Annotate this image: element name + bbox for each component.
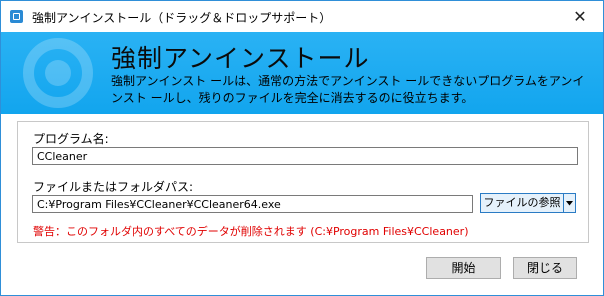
- browse-group: ファイルの参照: [480, 193, 576, 213]
- program-name-label: プログラム名:: [33, 132, 109, 146]
- chevron-down-icon: [566, 200, 573, 205]
- program-name-input[interactable]: CCleaner: [32, 147, 578, 165]
- form-panel: プログラム名: CCleaner ファイルまたはフォルダパス: C:¥Progr…: [17, 121, 589, 243]
- browse-file-button[interactable]: ファイルの参照: [480, 193, 564, 213]
- banner-description: 強制アンインスト ールは、通常の方法でアンインスト ールできないプログラムをアン…: [111, 74, 585, 105]
- warning-text: 警告：このフォルダ内のすべてのデータが削除されます (C:¥Program Fi…: [33, 225, 469, 238]
- start-button[interactable]: 開始: [426, 257, 501, 279]
- title-bar: 強制アンインストール（ドラッグ＆ドロップサポート） ✕: [1, 1, 603, 32]
- path-label: ファイルまたはフォルダパス:: [33, 180, 194, 194]
- close-button[interactable]: 閉じる: [513, 257, 577, 279]
- header-banner: 強制アンインストール 強制アンインスト ールは、通常の方法でアンインスト ールで…: [1, 32, 603, 114]
- window-title: 強制アンインストール（ドラッグ＆ドロップサポート）: [32, 11, 332, 25]
- path-input[interactable]: C:¥Program Files¥CCleaner¥CCleaner64.exe: [32, 195, 473, 213]
- close-window-button[interactable]: ✕: [557, 1, 603, 32]
- banner-logo-dot: [45, 60, 71, 86]
- browse-dropdown-button[interactable]: [564, 193, 576, 213]
- banner-title: 強制アンインストール: [111, 44, 370, 73]
- uninstall-window: 強制アンインストール（ドラッグ＆ドロップサポート） ✕ 強制アンインストール 強…: [0, 0, 604, 296]
- app-icon: [10, 10, 23, 23]
